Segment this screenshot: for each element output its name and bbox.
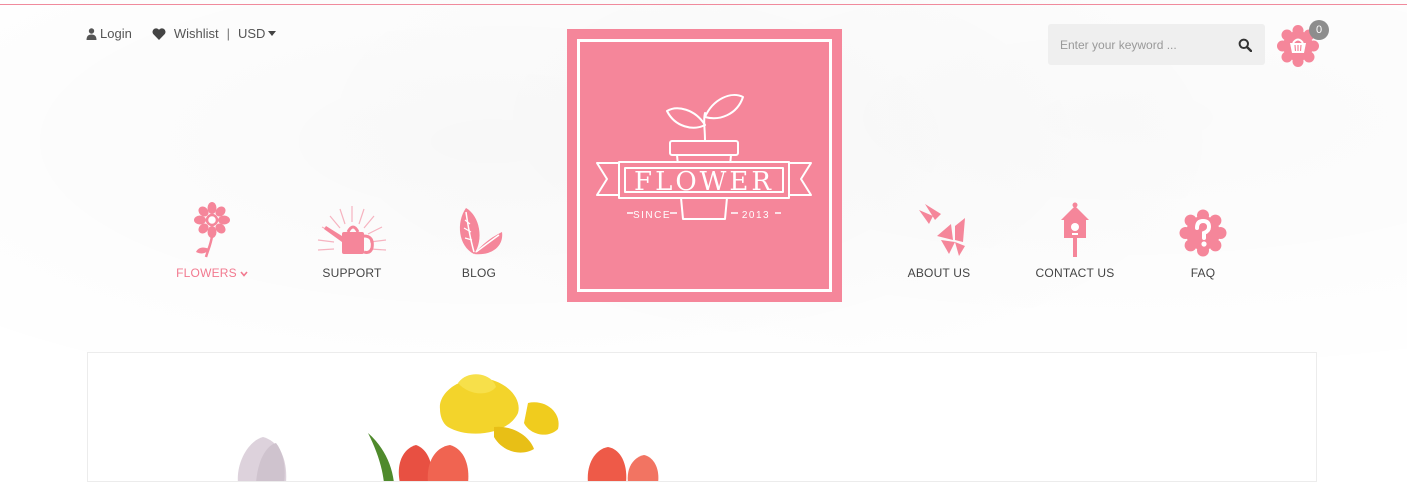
nav-item-support[interactable]: SUPPORT [297,198,407,280]
watering-can-icon [317,206,387,254]
cart-count-badge: 0 [1309,20,1329,40]
nav-item-blog[interactable]: BLOG [424,198,534,280]
nav-label-flowers: FLOWERS [176,266,248,280]
nav-label-support: SUPPORT [322,266,382,280]
currency-select[interactable]: USD [237,26,277,41]
currency-value: USD [237,26,266,41]
wishlist-link[interactable]: Wishlist [152,26,219,41]
utility-divider: | [226,26,230,41]
nav-item-flowers[interactable]: FLOWERS [157,198,267,280]
hero-banner [87,352,1317,482]
nav-label-about-us: ABOUT US [907,266,971,280]
logo-wordmark: FLOWER [634,167,774,197]
heart-icon [152,27,166,40]
nav-label-contact-us: CONTACT US [1035,266,1115,280]
utility-bar: Login Wishlist | USD [86,26,277,41]
user-icon [86,27,97,40]
search-box [1048,24,1265,65]
nav-item-contact-us[interactable]: CONTACT US [1020,198,1130,280]
login-label: Login [100,26,132,41]
nav-label-blog: BLOG [461,266,497,280]
nav-item-about-us[interactable]: ABOUT US [884,198,994,280]
birdhouse-icon [1061,202,1089,257]
caret-down-icon [268,31,277,36]
wishlist-label: Wishlist [173,26,219,41]
search-icon[interactable] [1237,37,1253,53]
login-link[interactable]: Login [86,26,132,41]
plant-pot-emblem: FLOWER SINCE 2013 [596,94,812,221]
logo-year: 2013 [742,210,770,221]
search-input[interactable] [1058,36,1237,53]
site-logo[interactable]: FLOWER SINCE 2013 [567,29,842,302]
logo-since: SINCE [633,210,671,221]
top-accent-line [0,4,1407,5]
leaves-icon [459,208,503,255]
butterflies-icon [919,204,965,256]
question-flower-icon [1179,209,1227,257]
nav-label-faq: FAQ [1190,266,1216,280]
nav-item-faq[interactable]: FAQ [1148,198,1258,280]
chevron-down-icon [240,271,248,277]
tulip-bouquet-image [237,374,659,481]
flower-icon [194,202,230,258]
